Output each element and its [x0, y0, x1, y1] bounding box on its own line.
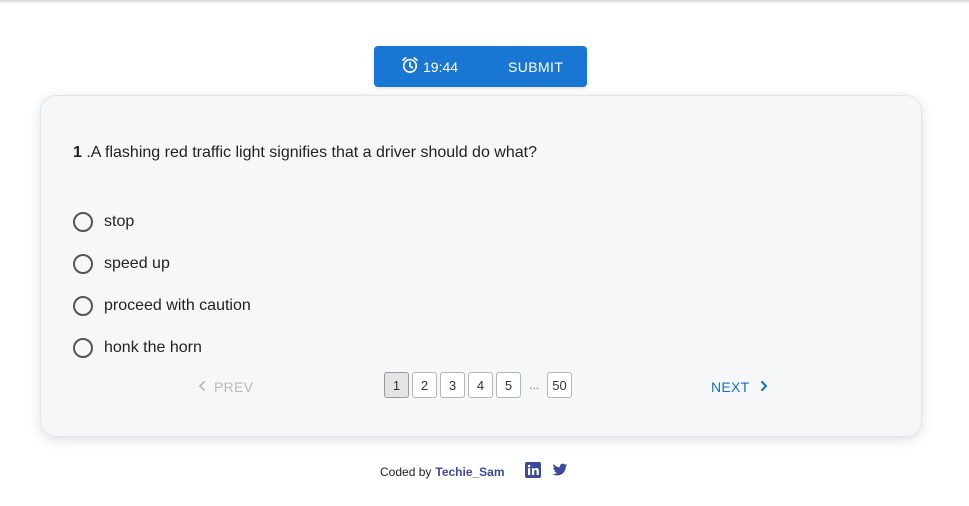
next-label: NEXT: [711, 379, 750, 395]
page-button-2[interactable]: 2: [412, 372, 437, 398]
coded-by-label: Coded by: [380, 464, 432, 479]
timer-value: 19:44: [423, 58, 459, 75]
alarm-clock-icon: [400, 55, 423, 78]
option-proceed-with-caution[interactable]: proceed with caution: [73, 296, 251, 316]
option-stop[interactable]: stop: [73, 212, 134, 232]
author-link[interactable]: Techie_Sam: [435, 465, 504, 479]
question-text: 1 .A flashing red traffic light signifie…: [73, 144, 537, 162]
next-button[interactable]: NEXT: [711, 379, 770, 395]
question-number: 1: [73, 144, 82, 161]
radio-button[interactable]: [73, 254, 93, 274]
question-prompt: .A flashing red traffic light signifies …: [81, 144, 537, 161]
chevron-right-icon: [750, 379, 770, 395]
timer: 19:44: [374, 55, 484, 78]
page-button-5[interactable]: 5: [496, 372, 521, 398]
option-label: stop: [104, 213, 135, 230]
radio-button[interactable]: [73, 296, 93, 316]
top-divider: [0, 0, 969, 3]
page-button-1[interactable]: 1: [384, 372, 409, 398]
social-links: [524, 462, 579, 481]
option-label: speed up: [104, 255, 170, 272]
option-honk-the-horn[interactable]: honk the horn: [73, 338, 202, 358]
page-button-4[interactable]: 4: [468, 372, 493, 398]
prev-label: PREV: [214, 379, 254, 395]
page-button-last[interactable]: 50: [547, 372, 573, 398]
footer: Coded by Techie_Sam: [380, 462, 579, 481]
option-label: proceed with caution: [104, 297, 251, 314]
chevron-left-icon: [196, 379, 214, 395]
radio-button[interactable]: [73, 212, 93, 232]
submit-button[interactable]: SUBMIT: [484, 59, 563, 75]
option-speed-up[interactable]: speed up: [73, 254, 170, 274]
prev-button[interactable]: PREV: [196, 379, 253, 395]
option-label: honk the horn: [104, 339, 202, 356]
question-card: 1 .A flashing red traffic light signifie…: [40, 95, 922, 437]
pagination: 1 2 3 4 5 ... 50: [384, 372, 575, 398]
page-button-3[interactable]: 3: [440, 372, 465, 398]
linkedin-icon[interactable]: [524, 462, 552, 481]
radio-button[interactable]: [73, 338, 93, 358]
pagination-ellipsis: ...: [529, 378, 540, 392]
twitter-icon[interactable]: [552, 462, 579, 481]
timer-submit-bar: 19:44 SUBMIT: [374, 46, 587, 87]
